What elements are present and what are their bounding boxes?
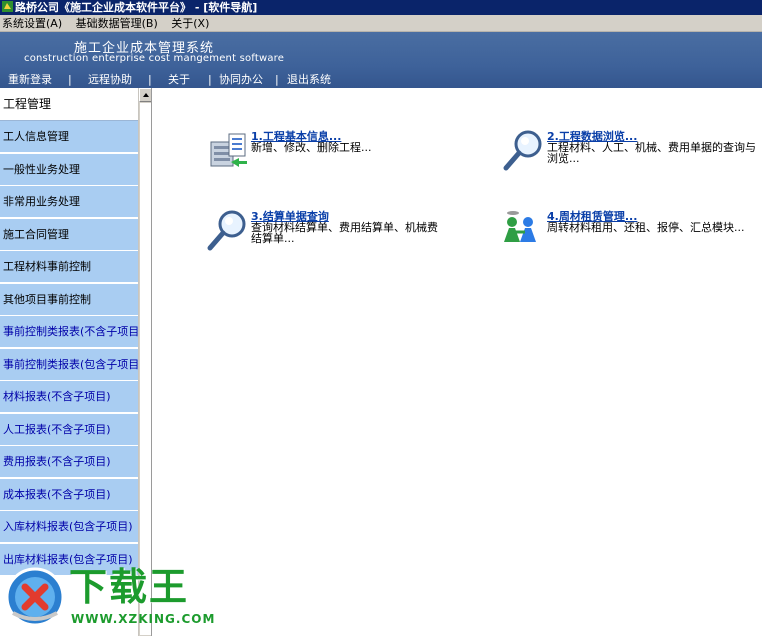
watermark: 下载王 WWW.XZKING.COM [3,565,216,633]
sidebar-item-precontrol-report-excl[interactable]: 事前控制类报表(不含子项目) [0,316,138,348]
function-settlement-query[interactable]: 3.结算单据查询 查询材料结算单、费用结算单、机械费结算单... [205,208,465,254]
collab-office-button[interactable]: 协同办公 [219,71,263,88]
magnifier-icon [503,130,542,171]
sidebar-item-cost-report[interactable]: 成本报表(不含子项目) [0,479,138,511]
menu-basic-data[interactable]: 基础数据管理(B) [76,17,158,30]
watermark-url: WWW.XZKING.COM [71,612,216,626]
sidebar-item-precontrol-report-incl[interactable]: 事前控制类报表(包含子项目) [0,349,138,381]
nav-toolbar: 重新登录 | 远程协助 | 关于 | 协同办公 | 退出系统 [0,71,762,88]
function-rental-management[interactable]: 4.周材租赁管理... 周转材料租用、还租、报停、汇总模块... [501,208,759,254]
app-icon [2,1,13,12]
app-subtitle: construction enterprise cost mangement s… [24,53,285,64]
exit-button[interactable]: 退出系统 [287,71,331,88]
sidebar-item-material-report[interactable]: 材料报表(不含子项目) [0,381,138,413]
sidebar-item-general-business[interactable]: 一般性业务处理 [0,154,138,186]
scroll-up-arrow-icon[interactable] [139,88,151,102]
menu-about[interactable]: 关于(X) [171,17,209,30]
nav-separator: | [68,73,72,86]
sidebar-item-worker-info[interactable]: 工人信息管理 [0,121,138,153]
sidebar-scrollbar[interactable] [138,88,151,636]
sidebar-item-labor-report[interactable]: 人工报表(不含子项目) [0,414,138,446]
menu-bar: 系统设置(A) 基础数据管理(B) 关于(X) [0,15,762,32]
function-desc: 工程材料、人工、机械、费用单据的查询与浏览... [547,141,756,165]
xzking-logo-icon [5,567,65,627]
menu-system-settings[interactable]: 系统设置(A) [2,17,62,30]
people-icon [504,211,536,242]
sidebar-item-unusual-business[interactable]: 非常用业务处理 [0,186,138,218]
function-desc: 新增、修改、删除工程... [251,141,372,154]
function-data-browse[interactable]: 2.工程数据浏览... 工程材料、人工、机械、费用单据的查询与浏览... [501,128,759,174]
sidebar-item-contract[interactable]: 施工合同管理 [0,219,138,251]
window-title-bar: 路桥公司《施工企业成本软件平台》 - [软件导航] [0,0,762,15]
function-desc: 查询材料结算单、费用结算单、机械费结算单... [251,221,438,245]
magnifier-icon [207,210,246,251]
watermark-brand: 下载王 [69,565,190,609]
sidebar-item-expense-report[interactable]: 费用报表(不含子项目) [0,446,138,478]
about-button[interactable]: 关于 [168,71,190,88]
sidebar-item-material-precontrol[interactable]: 工程材料事前控制 [0,251,138,283]
app-banner: 施工企业成本管理系统 construction enterprise cost … [0,32,762,88]
nav-separator: | [275,73,279,86]
nav-separator: | [148,73,152,86]
relogin-button[interactable]: 重新登录 [8,71,52,88]
sidebar-header[interactable]: 工程管理 [0,88,138,121]
nav-separator: | [208,73,212,86]
function-desc: 周转材料租用、还租、报停、汇总模块... [547,221,745,234]
window-title: 路桥公司《施工企业成本软件平台》 - [软件导航] [15,1,258,14]
sidebar: 工程管理 工人信息管理 一般性业务处理 非常用业务处理 施工合同管理 工程材料事… [0,88,152,636]
project-info-icon [210,133,247,167]
scroll-thumb[interactable] [139,102,151,636]
sidebar-item-inbound-report[interactable]: 入库材料报表(包含子项目) [0,511,138,543]
main-content: 1.工程基本信息... 新增、修改、删除工程... 2.工程数据浏览... 工程… [153,88,762,636]
remote-assist-button[interactable]: 远程协助 [88,71,132,88]
sidebar-item-other-precontrol[interactable]: 其他项目事前控制 [0,284,138,316]
function-project-info[interactable]: 1.工程基本信息... 新增、修改、删除工程... [205,128,465,174]
